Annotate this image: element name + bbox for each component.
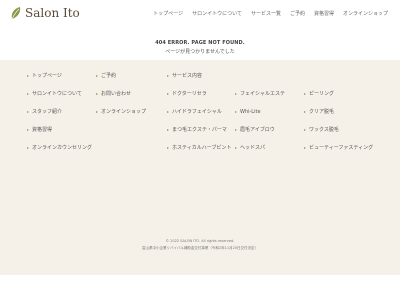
nav-about[interactable]: サロンイトウについて bbox=[192, 11, 242, 17]
nav-reservation[interactable]: ご予約 bbox=[290, 11, 305, 17]
triangle-bullet-icon bbox=[27, 111, 29, 113]
triangle-bullet-icon bbox=[235, 147, 237, 149]
footer-link-head-spa[interactable]: ヘッドスパ bbox=[235, 145, 265, 151]
footer-link-facial-esthe[interactable]: フェイシャルエステ bbox=[235, 91, 285, 97]
footer-link-eyebrow[interactable]: 眉毛アイブロウ bbox=[235, 127, 275, 133]
logo-text: Salon Ito bbox=[25, 6, 80, 20]
footer-link-online-shop[interactable]: オンラインショップ bbox=[96, 109, 146, 115]
footer-link-service-list[interactable]: サービス内容 bbox=[167, 73, 202, 79]
triangle-bullet-icon bbox=[167, 129, 169, 131]
copyright: © 2022 SALON ITO. All rights reserved. bbox=[165, 239, 235, 243]
footer-link-whi-lite[interactable]: Whi-Lite bbox=[235, 109, 261, 115]
triangle-bullet-icon bbox=[96, 111, 98, 113]
triangle-bullet-icon bbox=[96, 93, 98, 95]
footer-link-online-counseling[interactable]: オンラインカウンセリング bbox=[27, 145, 92, 151]
footer-nav: トップページ サロンイトウについて スタッフ紹介 資格習得 オンラインカウンセリ… bbox=[0, 60, 400, 230]
nav-qualification[interactable]: 資格習得 bbox=[314, 11, 334, 17]
site-footer: トップページ サロンイトウについて スタッフ紹介 資格習得 オンラインカウンセリ… bbox=[0, 60, 400, 275]
footer-link-about[interactable]: サロンイトウについて bbox=[27, 91, 82, 97]
footer-link-reservation[interactable]: ご予約 bbox=[96, 73, 116, 79]
triangle-bullet-icon bbox=[167, 147, 169, 149]
footer-link-hydrafacial[interactable]: ハイドラフェイシャル bbox=[167, 109, 222, 115]
footer-link-contact[interactable]: お問い合わせ bbox=[96, 91, 131, 97]
triangle-bullet-icon bbox=[304, 93, 306, 95]
footer-link-top[interactable]: トップページ bbox=[27, 73, 62, 79]
triangle-bullet-icon bbox=[27, 129, 29, 131]
triangle-bullet-icon bbox=[27, 93, 29, 95]
triangle-bullet-icon bbox=[304, 147, 306, 149]
nav-online-shop[interactable]: オンラインショップ bbox=[343, 11, 388, 17]
error-title: 404 ERROR. PAGE NOT FOUND. bbox=[155, 40, 245, 46]
global-nav: トップページ サロンイトウについて サービス一覧 ご予約 資格習得 オンラインシ… bbox=[153, 11, 388, 17]
footer-link-herb-peeling[interactable]: ホスティカルハーブピント bbox=[167, 145, 231, 151]
leaf-logo-icon bbox=[11, 7, 21, 20]
triangle-bullet-icon bbox=[235, 129, 237, 131]
footer-link-wax-hair-removal[interactable]: ワックス脱毛 bbox=[304, 127, 339, 133]
triangle-bullet-icon bbox=[167, 93, 169, 95]
site-header: Salon Ito トップページ サロンイトウについて サービス一覧 ご予約 資… bbox=[0, 0, 400, 30]
footer-link-clear-hair-removal[interactable]: クリア脱毛 bbox=[304, 109, 334, 115]
footer-link-eyelash[interactable]: まつ毛エクステ・パーマ bbox=[167, 127, 227, 133]
triangle-bullet-icon bbox=[235, 93, 237, 95]
triangle-bullet-icon bbox=[304, 129, 306, 131]
triangle-bullet-icon bbox=[235, 111, 237, 113]
triangle-bullet-icon bbox=[167, 111, 169, 113]
license-notice: 富山県中小企業リバイバル補助金交付事業（令和2年11月20日交付決定） bbox=[141, 246, 259, 250]
triangle-bullet-icon bbox=[27, 75, 29, 77]
footer-link-peeling[interactable]: ピーリング bbox=[304, 91, 334, 97]
nav-services[interactable]: サービス一覧 bbox=[251, 11, 281, 17]
triangle-bullet-icon bbox=[167, 75, 169, 77]
error-message: ページが見つかりませんでした bbox=[165, 49, 235, 55]
error-section: 404 ERROR. PAGE NOT FOUND. ページが見つかりませんでし… bbox=[0, 40, 400, 56]
triangle-bullet-icon bbox=[27, 147, 29, 149]
footer-link-beauty-fasting[interactable]: ビューティーファスティング bbox=[304, 145, 373, 151]
nav-top[interactable]: トップページ bbox=[153, 11, 183, 17]
triangle-bullet-icon bbox=[96, 75, 98, 77]
triangle-bullet-icon bbox=[304, 111, 306, 113]
footer-link-qualification[interactable]: 資格習得 bbox=[27, 127, 52, 133]
footer-link-dr-recella[interactable]: ドクターリセラ bbox=[167, 91, 207, 97]
site-logo[interactable]: Salon Ito bbox=[10, 6, 80, 20]
footer-link-staff[interactable]: スタッフ紹介 bbox=[27, 109, 62, 115]
